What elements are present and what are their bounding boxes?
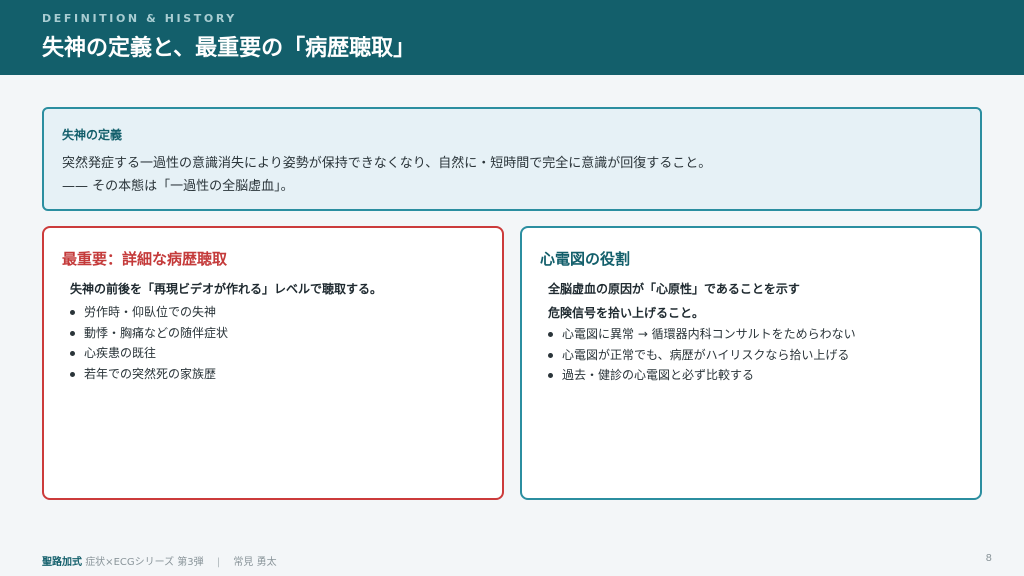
list-item: 動悸・胸痛などの随伴症状	[70, 323, 228, 344]
history-card-title: 最重要：詳細な病歴聴取	[62, 250, 228, 268]
page-title: 失神の定義と、最重要の「病歴聴取」	[42, 36, 416, 61]
footer-series: 症状×ECGシリーズ 第3弾	[85, 557, 204, 568]
list-item: 心電図が正常でも、病歴がハイリスクなら拾い上げる	[548, 345, 856, 366]
ecg-card-subtitle-2: 危険信号を拾い上げること。	[548, 306, 705, 320]
footer-separator: |	[216, 557, 221, 568]
section-kicker: DEFINITION & HISTORY	[42, 12, 237, 25]
ecg-card-title: 心電図の役割	[540, 250, 631, 268]
page-number: 8	[985, 553, 992, 564]
definition-label: 失神の定義	[62, 128, 123, 142]
list-item: 過去・健診の心電図と必ず比較する	[548, 365, 856, 386]
definition-essence: —— その本態は「一過性の全脳虚血」。	[62, 179, 294, 194]
footer-brand: 聖路加式	[42, 557, 82, 568]
list-item: 心電図に異常 → 循環器内科コンサルトをためらわない	[548, 324, 856, 345]
ecg-role-card: 心電図の役割 全脳虚血の原因が「心原性」であることを示す 危険信号を拾い上げるこ…	[520, 226, 982, 500]
list-item: 心疾患の既往	[70, 343, 228, 364]
history-card-subtitle: 失神の前後を「再現ビデオが作れる」レベルで聴取する。	[70, 282, 383, 296]
footer: 聖路加式 症状×ECGシリーズ 第3弾 | 常見 勇太	[42, 553, 277, 568]
history-bullet-list: 労作時・仰臥位での失神 動悸・胸痛などの随伴症状 心疾患の既往 若年での突然死の…	[70, 302, 228, 384]
list-item: 労作時・仰臥位での失神	[70, 302, 228, 323]
ecg-bullet-list: 心電図に異常 → 循環器内科コンサルトをためらわない 心電図が正常でも、病歴がハ…	[548, 324, 856, 386]
list-item: 若年での突然死の家族歴	[70, 364, 228, 385]
definition-box: 失神の定義 突然発症する一過性の意識消失により姿勢が保持できなくなり、自然に・短…	[42, 107, 982, 211]
footer-author: 常見 勇太	[233, 557, 277, 568]
header-bar: DEFINITION & HISTORY 失神の定義と、最重要の「病歴聴取」	[0, 0, 1024, 75]
definition-text: 突然発症する一過性の意識消失により姿勢が保持できなくなり、自然に・短時間で完全に…	[62, 156, 712, 171]
ecg-card-subtitle-1: 全脳虚血の原因が「心原性」であることを示す	[548, 282, 800, 296]
history-taking-card: 最重要：詳細な病歴聴取 失神の前後を「再現ビデオが作れる」レベルで聴取する。 労…	[42, 226, 504, 500]
